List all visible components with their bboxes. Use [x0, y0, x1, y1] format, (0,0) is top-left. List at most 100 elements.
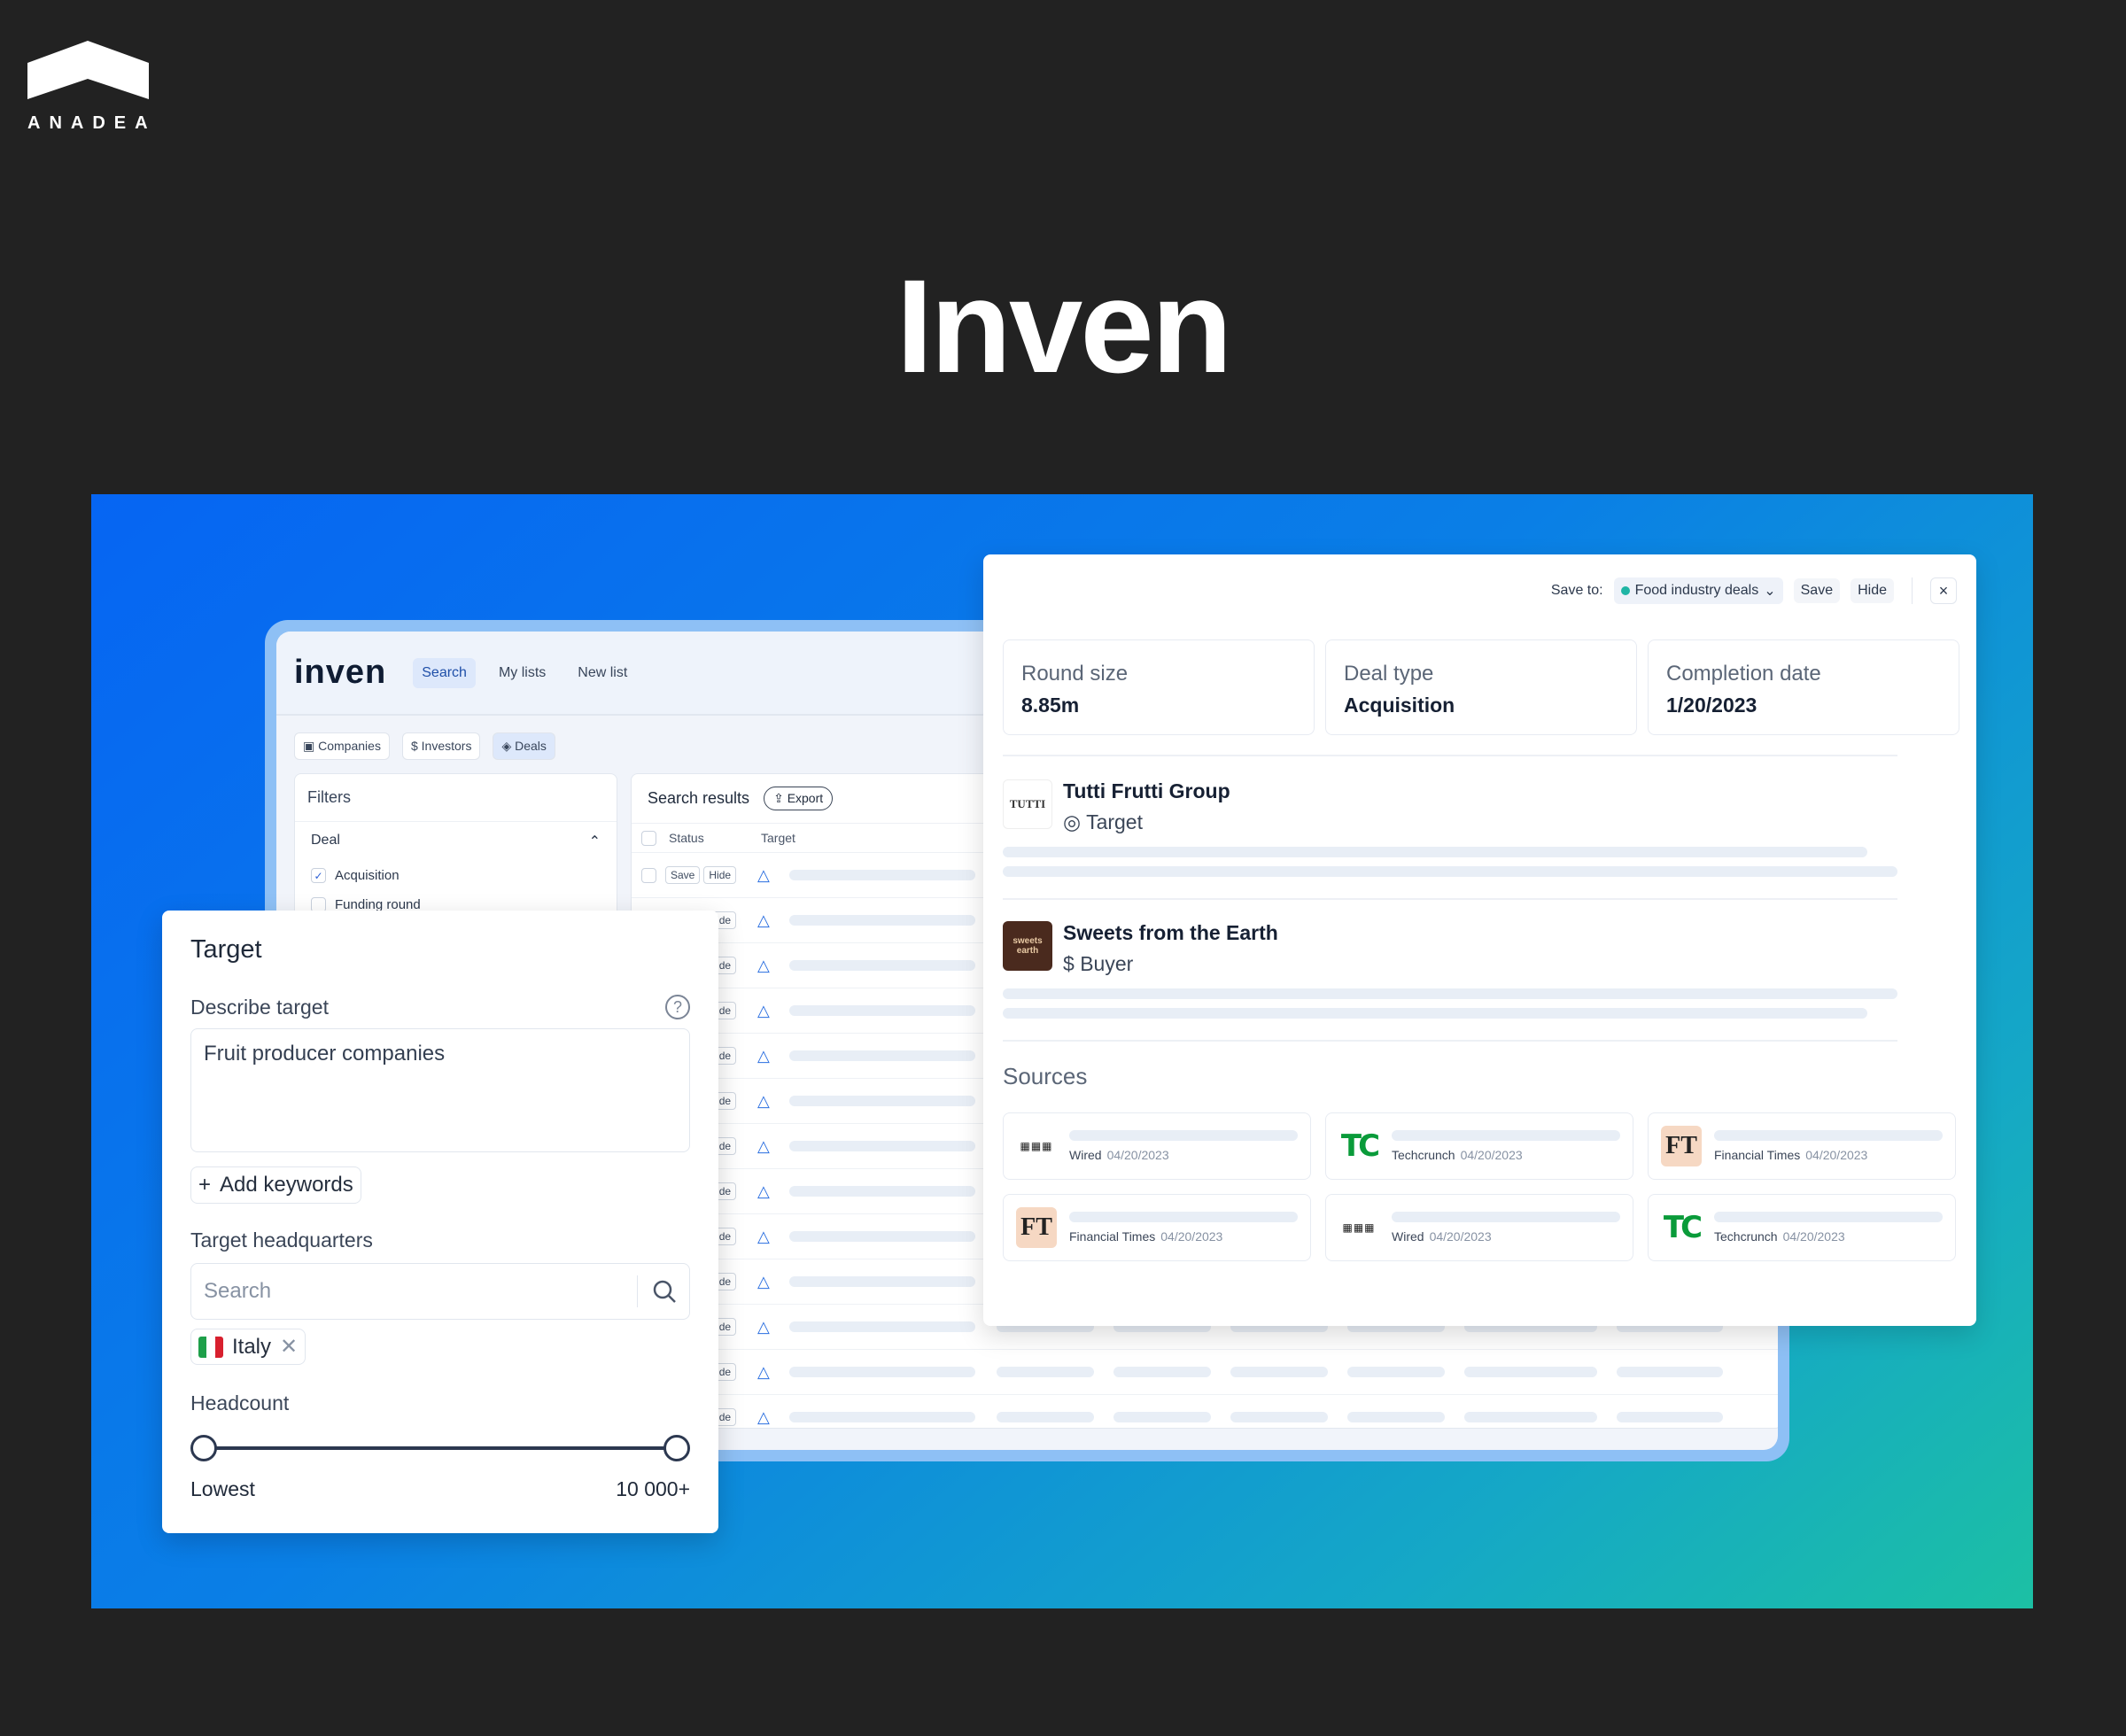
row-save-button[interactable]: Save — [665, 866, 701, 884]
source-body: Wired 04/20/2023 — [1392, 1212, 1620, 1244]
placeholder-bar — [1113, 1367, 1211, 1377]
filter-group-deal[interactable]: Deal ⌃ — [295, 822, 617, 861]
add-keywords-button[interactable]: + Add keywords — [190, 1166, 361, 1204]
tab-investors[interactable]: $ Investors — [401, 732, 481, 760]
slider-max-handle[interactable] — [663, 1435, 690, 1461]
brand-name: ANADEA — [27, 113, 157, 133]
wired-logo-icon: ▦▦▦ — [1020, 1140, 1053, 1152]
row-checkbox[interactable] — [640, 867, 656, 883]
roof-icon — [27, 41, 149, 99]
placeholder-bar — [1230, 1412, 1328, 1422]
tab-companies[interactable]: ▣ Companies — [294, 732, 390, 760]
stat-label: Completion date — [1666, 662, 1821, 686]
deal-buyer-company[interactable]: sweets earth Sweets from the Earth $ Buy… — [1003, 921, 1897, 1019]
chevron-down-icon: ⌄ — [1764, 584, 1776, 599]
source-name: Financial Times — [1714, 1148, 1801, 1162]
slider-min-handle[interactable] — [190, 1435, 217, 1461]
nav-tab-my-lists[interactable]: My lists — [490, 658, 555, 688]
describe-target-label-row: Describe target ? — [190, 995, 690, 1019]
dollar-icon: $ — [1063, 952, 1075, 975]
filter-option-acquisition[interactable]: ✓ Acquisition — [295, 861, 617, 890]
target-triangle-icon: △ — [757, 1136, 770, 1155]
tab-deals[interactable]: ◈ Deals — [493, 732, 555, 760]
deal-hide-button[interactable]: Hide — [1851, 578, 1894, 603]
source-body: Techcrunch 04/20/2023 — [1392, 1130, 1620, 1162]
target-triangle-icon: △ — [757, 1272, 770, 1290]
source-card[interactable]: TC Techcrunch 04/20/2023 — [1325, 1112, 1633, 1180]
placeholder-bar — [1464, 1412, 1597, 1422]
row-hide-button[interactable]: Hide — [703, 866, 737, 884]
describe-target-textarea[interactable]: Fruit producer companies — [190, 1028, 690, 1152]
dollar-icon: $ — [410, 739, 418, 753]
source-card[interactable]: ▦▦▦ Wired 04/20/2023 — [1003, 1112, 1311, 1180]
product-showcase: inven Search My lists New list ▣ Compani… — [91, 494, 2033, 1608]
placeholder-bar — [1464, 1367, 1597, 1377]
party-text: Sweets from the Earth $ Buyer — [1063, 921, 1278, 976]
checkbox-checked-icon[interactable]: ✓ — [311, 868, 326, 883]
hq-search-input[interactable]: Search — [190, 1263, 690, 1320]
stat-value: Acquisition — [1344, 694, 1455, 717]
party-text: Tutti Frutti Group ◎ Target — [1063, 779, 1230, 834]
filters-title: Filters — [295, 774, 617, 822]
save-to-list-select[interactable]: Food industry deals ⌄ — [1613, 577, 1783, 604]
financial-times-logo-icon: FT — [1661, 1126, 1702, 1166]
placeholder-bar — [789, 1276, 975, 1287]
source-meta: Financial Times 04/20/2023 — [1069, 1229, 1298, 1244]
nav-tab-search[interactable]: Search — [413, 657, 476, 688]
source-name: Wired — [1392, 1229, 1424, 1244]
section-divider — [1003, 755, 1897, 756]
list-color-dot — [1620, 586, 1630, 595]
table-row[interactable]: SaveHide△ — [632, 1395, 1778, 1428]
source-date: 04/20/2023 — [1106, 1148, 1169, 1162]
describe-target-label: Describe target — [190, 995, 329, 1019]
deal-save-button[interactable]: Save — [1793, 578, 1841, 603]
plus-icon: + — [198, 1173, 212, 1197]
placeholder-bar — [1003, 847, 1867, 857]
source-meta: Techcrunch 04/20/2023 — [1714, 1229, 1943, 1244]
search-icon[interactable] — [652, 1279, 677, 1304]
select-all-checkbox[interactable] — [640, 830, 656, 846]
headcount-range-slider[interactable] — [190, 1435, 690, 1461]
results-title: Search results — [648, 789, 750, 807]
placeholder-bar — [1392, 1212, 1620, 1222]
source-meta: Wired 04/20/2023 — [1069, 1148, 1298, 1162]
placeholder-bar — [789, 870, 975, 880]
nav-tab-new-list[interactable]: New list — [569, 658, 636, 688]
target-triangle-icon: △ — [757, 1407, 770, 1426]
placeholder-bar — [789, 1367, 975, 1377]
help-icon[interactable]: ? — [665, 995, 690, 1019]
sources-title: Sources — [1003, 1063, 1088, 1089]
source-card[interactable]: TC Techcrunch 04/20/2023 — [1648, 1194, 1956, 1261]
table-row[interactable]: SaveHide△ — [632, 1350, 1778, 1395]
column-target[interactable]: Target — [757, 831, 864, 845]
stat-value: 8.85m — [1021, 694, 1080, 717]
placeholder-bar — [1003, 988, 1897, 999]
target-role-label: Target — [1086, 810, 1143, 833]
source-meta: Techcrunch 04/20/2023 — [1392, 1148, 1620, 1162]
column-status[interactable]: Status — [665, 831, 757, 845]
source-card[interactable]: FT Financial Times 04/20/2023 — [1003, 1194, 1311, 1261]
placeholder-bar — [997, 1412, 1094, 1422]
close-icon[interactable]: × — [1930, 577, 1957, 604]
source-card[interactable]: ▦▦▦ Wired 04/20/2023 — [1325, 1194, 1633, 1261]
source-name: Financial Times — [1069, 1229, 1156, 1244]
party-header: TUTTI Tutti Frutti Group ◎ Target — [1003, 779, 1897, 834]
techcrunch-logo-icon: TC — [1663, 1210, 1703, 1245]
source-card[interactable]: FT Financial Times 04/20/2023 — [1648, 1112, 1956, 1180]
source-date: 04/20/2023 — [1782, 1229, 1845, 1244]
country-chip-italy: Italy ✕ — [190, 1329, 306, 1365]
slider-track — [203, 1446, 678, 1450]
source-body: Financial Times 04/20/2023 — [1069, 1212, 1298, 1244]
target-triangle-icon: △ — [757, 865, 770, 884]
source-meta: Wired 04/20/2023 — [1392, 1229, 1620, 1244]
placeholder-bar — [1714, 1130, 1943, 1141]
italy-flag-icon — [198, 1336, 223, 1358]
deal-target-company[interactable]: TUTTI Tutti Frutti Group ◎ Target — [1003, 779, 1897, 877]
hero-title: Inven — [896, 252, 1233, 400]
export-button[interactable]: ⇪ Export — [764, 787, 834, 810]
source-name: Wired — [1069, 1148, 1102, 1162]
placeholder-bar — [1347, 1367, 1445, 1377]
remove-chip-icon[interactable]: ✕ — [280, 1334, 298, 1360]
target-triangle-icon: △ — [757, 1091, 770, 1110]
placeholder-bar — [1617, 1367, 1723, 1377]
